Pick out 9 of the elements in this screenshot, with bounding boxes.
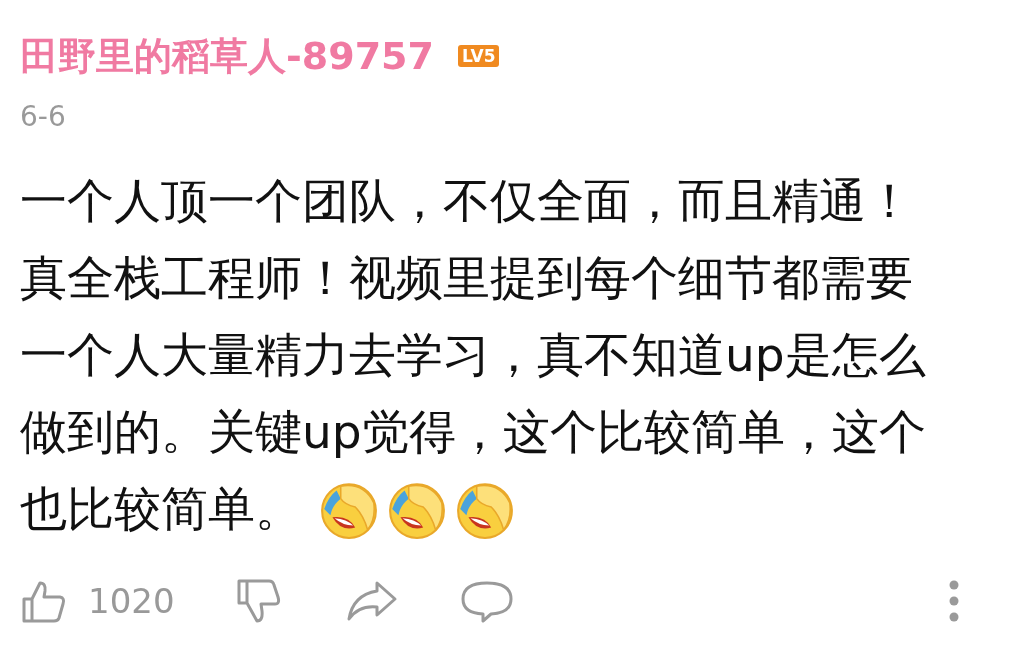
comment-text-line: 真全栈工程师！视频里提到每个细节都需要 bbox=[20, 249, 913, 307]
comment-text-line: 一个人顶一个团队，不仅全面，而且精通！ bbox=[20, 172, 913, 230]
like-count: 1020 bbox=[88, 581, 175, 621]
comment-text-line: 一个人大量精力去学习，真不知道up是怎么 bbox=[20, 326, 926, 384]
comment-date: 6-6 bbox=[20, 100, 67, 135]
comment-text-line: 做到的。关键up觉得，这个比较简单，这个 bbox=[20, 403, 926, 461]
level-badge: LV5 bbox=[458, 45, 500, 67]
username[interactable]: 田野里的稻草人-89757 bbox=[20, 30, 434, 82]
comment-text-line: 也比较简单。 bbox=[20, 480, 302, 538]
